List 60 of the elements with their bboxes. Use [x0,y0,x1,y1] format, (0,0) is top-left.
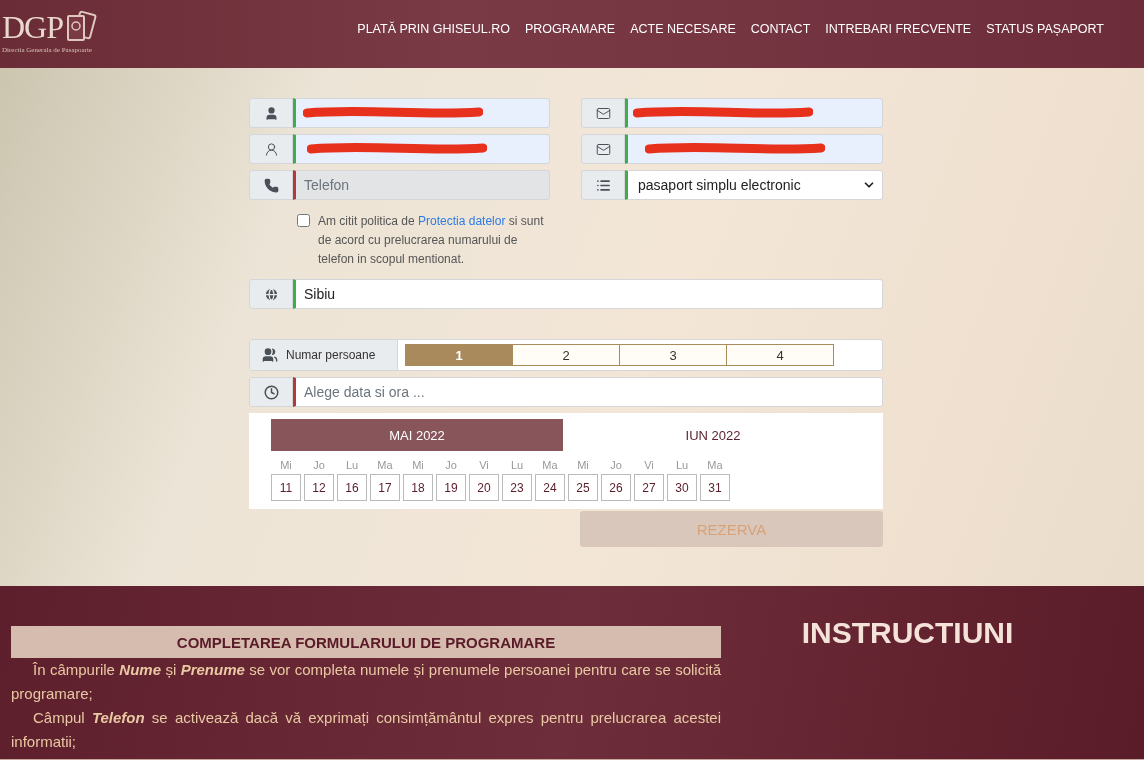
weekday-label: Jo [445,459,457,471]
month-tab[interactable]: MAI 2022 [271,419,563,451]
weekday-label: Lu [345,459,359,471]
user-icon [263,141,279,157]
date-button[interactable]: 30 [667,474,697,501]
envelope-icon [595,141,611,157]
nav-link[interactable]: CONTACT [750,22,811,36]
instruction-paragraph: În câmpurile Nume și Prenume se vor completa numele și prenumele persoanei pentru care se solicită programare; [11,660,721,704]
phone-icon [263,177,279,193]
weekday-label: Jo [610,459,622,471]
month-tab[interactable]: IUN 2022 [563,419,863,451]
nav-link[interactable]: PROGRAMARE [524,22,616,36]
date-button[interactable]: 11 [271,474,301,501]
nav-link[interactable]: STATUS PAȘAPORT [986,22,1104,36]
section-heading: COMPLETAREA FORMULARULUI DE PROGRAMARE [11,626,721,658]
persons-option[interactable]: 4 [726,344,834,366]
list-icon [595,177,611,193]
date-button[interactable]: 19 [436,474,466,501]
globe-icon [263,286,279,302]
weekday-label: Ma [542,459,558,471]
clock-icon [263,384,279,400]
logo-text: DGP [2,8,63,46]
city-field[interactable]: Sibiu [293,279,883,309]
consent-checkbox[interactable] [297,214,310,227]
nav-link[interactable]: INTREBARI FRECVENTE [825,22,972,36]
weekday-label: Mi [412,459,424,471]
date-button[interactable]: 24 [535,474,565,501]
envelope-icon [595,105,611,121]
nav-link[interactable]: PLATĂ PRIN GHISEUL.RO [357,22,510,36]
weekday-label: Lu [510,459,524,471]
weekday-label: Ma [377,459,393,471]
date-button[interactable]: 16 [337,474,367,501]
weekday-label: Vi [644,459,654,471]
date-button[interactable]: 26 [601,474,631,501]
passport-icon [65,10,99,44]
persons-label-text: Numar persoane [286,348,376,362]
date-button[interactable]: 31 [700,474,730,501]
instructions-title: INSTRUCTIUNI [800,616,1015,651]
date-button[interactable]: 23 [502,474,532,501]
consent-text: Am citit politica de Protectia datelor si sunt de acord cu prelucrarea numarului de telefon in scopul mentionat. [318,213,545,268]
date-button[interactable]: 20 [469,474,499,501]
weekday-label: Ma [707,459,723,471]
date-button[interactable]: 12 [304,474,334,501]
nav-link[interactable]: ACTE NECESARE [630,22,736,36]
persons-option[interactable]: 3 [619,344,727,366]
user-icon [263,105,279,121]
date-button[interactable]: 25 [568,474,598,501]
date-button[interactable]: 27 [634,474,664,501]
date-button[interactable]: 18 [403,474,433,501]
weekday-label: Lu [675,459,689,471]
passport-type-select[interactable]: pasaport simplu electronic [625,170,883,200]
datetime-field[interactable]: Alege data si ora ... [293,377,883,407]
instruction-paragraph: Câmpul Telefon se activează dacă vă exprimați consimțământul expres pentru prelucrarea acestei informatii; [11,708,721,752]
weekday-label: Mi [577,459,589,471]
persons-option[interactable]: 2 [512,344,620,366]
users-icon [262,347,278,363]
weekday-label: Vi [479,459,489,471]
weekday-label: Jo [313,459,325,471]
date-button[interactable]: 17 [370,474,400,501]
weekday-label: Mi [280,459,292,471]
